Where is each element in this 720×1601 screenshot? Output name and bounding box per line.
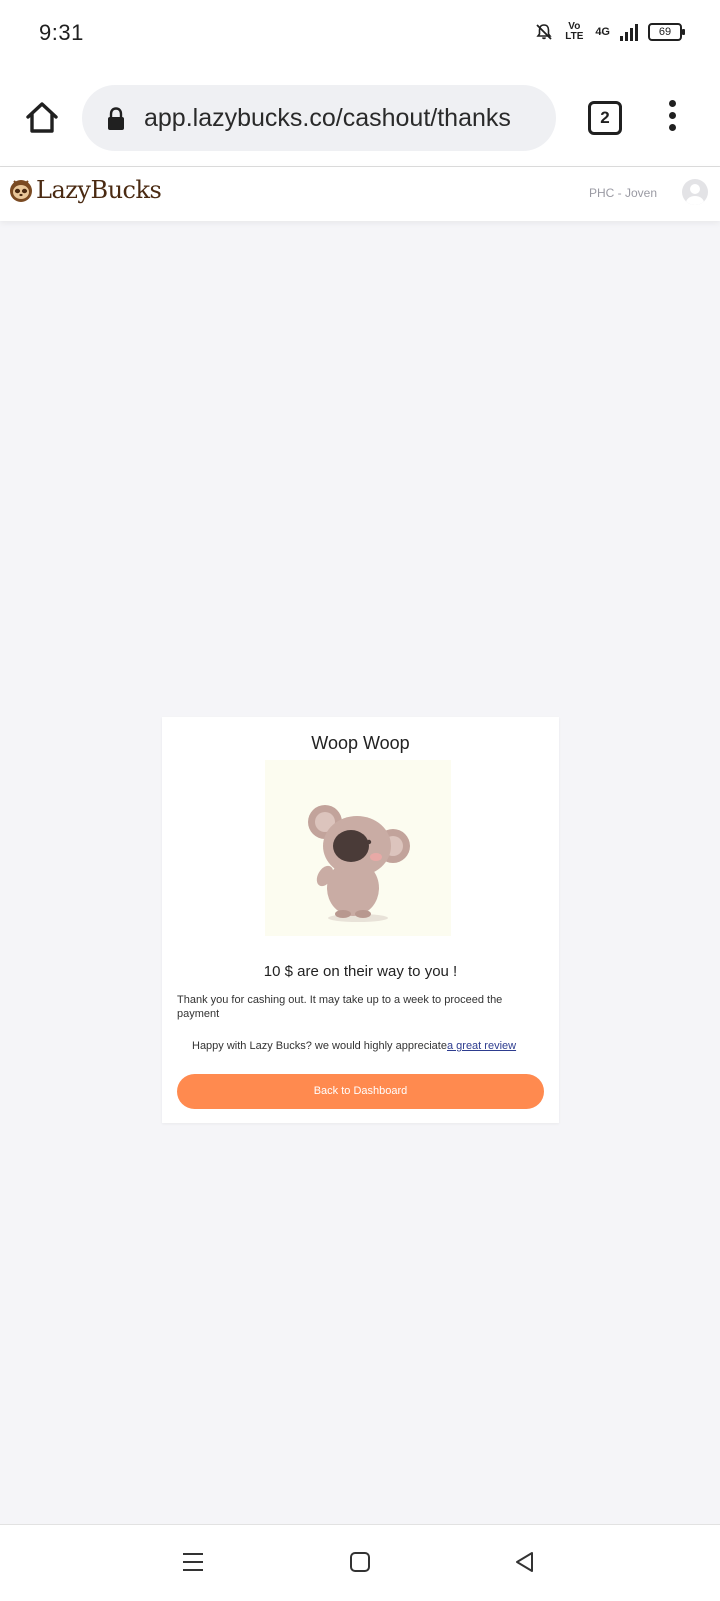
avatar[interactable]: [682, 179, 708, 205]
cashout-confirmation-card: Woop Woop 10 $ are on their way to you !…: [162, 717, 559, 1123]
thanks-message: Thank you for cashing out. It may take u…: [177, 994, 503, 1020]
amount-message: 10 $ are on their way to you !: [263, 963, 458, 980]
card-title: Woop Woop: [311, 733, 410, 753]
system-nav-bar: [0, 1524, 720, 1601]
battery-icon: 69: [648, 23, 685, 41]
recents-icon[interactable]: [181, 1552, 205, 1572]
volte-icon: Vo LTE: [565, 21, 584, 42]
review-link[interactable]: a great review: [447, 1040, 516, 1052]
koala-icon: [308, 805, 410, 922]
signal-icon: [620, 23, 638, 41]
status-time: 9:31: [39, 20, 84, 45]
network-type: 4G: [595, 26, 610, 38]
more-vert-icon[interactable]: [664, 100, 680, 136]
tabs-icon[interactable]: 2: [588, 101, 622, 135]
user-name[interactable]: PHC - Joven: [589, 186, 657, 200]
logo-text: LazyBucks: [36, 176, 162, 204]
lock-icon: [108, 107, 124, 130]
tab-count: 2: [600, 108, 610, 127]
home-icon[interactable]: [22, 98, 62, 138]
browser-toolbar: app.lazybucks.co/cashout/thanks 2: [0, 72, 720, 167]
nav-back-icon[interactable]: [513, 1550, 535, 1574]
battery-level: 69: [658, 26, 672, 38]
site-header: LazyBucks PHC - Joven: [0, 167, 720, 221]
user-avatar-icon: [686, 184, 704, 205]
review-prompt: Happy with Lazy Bucks? we would highly a…: [192, 1040, 516, 1052]
nav-home-icon[interactable]: [349, 1551, 371, 1573]
status-icons: Vo LTE 4G 69: [535, 21, 685, 42]
koala-illustration: [265, 760, 451, 936]
mute-bell-icon: [536, 24, 552, 40]
review-prompt-text: Happy with Lazy Bucks? we would highly a…: [192, 1040, 447, 1052]
url-text: app.lazybucks.co/cashout/thanks: [144, 104, 511, 132]
status-bar: 9:31 Vo LTE 4G 69: [0, 0, 720, 72]
logo[interactable]: LazyBucks: [8, 176, 162, 204]
sloth-logo-icon: [10, 180, 32, 202]
back-to-dashboard-button[interactable]: Back to Dashboard: [177, 1074, 544, 1109]
address-bar[interactable]: app.lazybucks.co/cashout/thanks: [82, 85, 556, 151]
